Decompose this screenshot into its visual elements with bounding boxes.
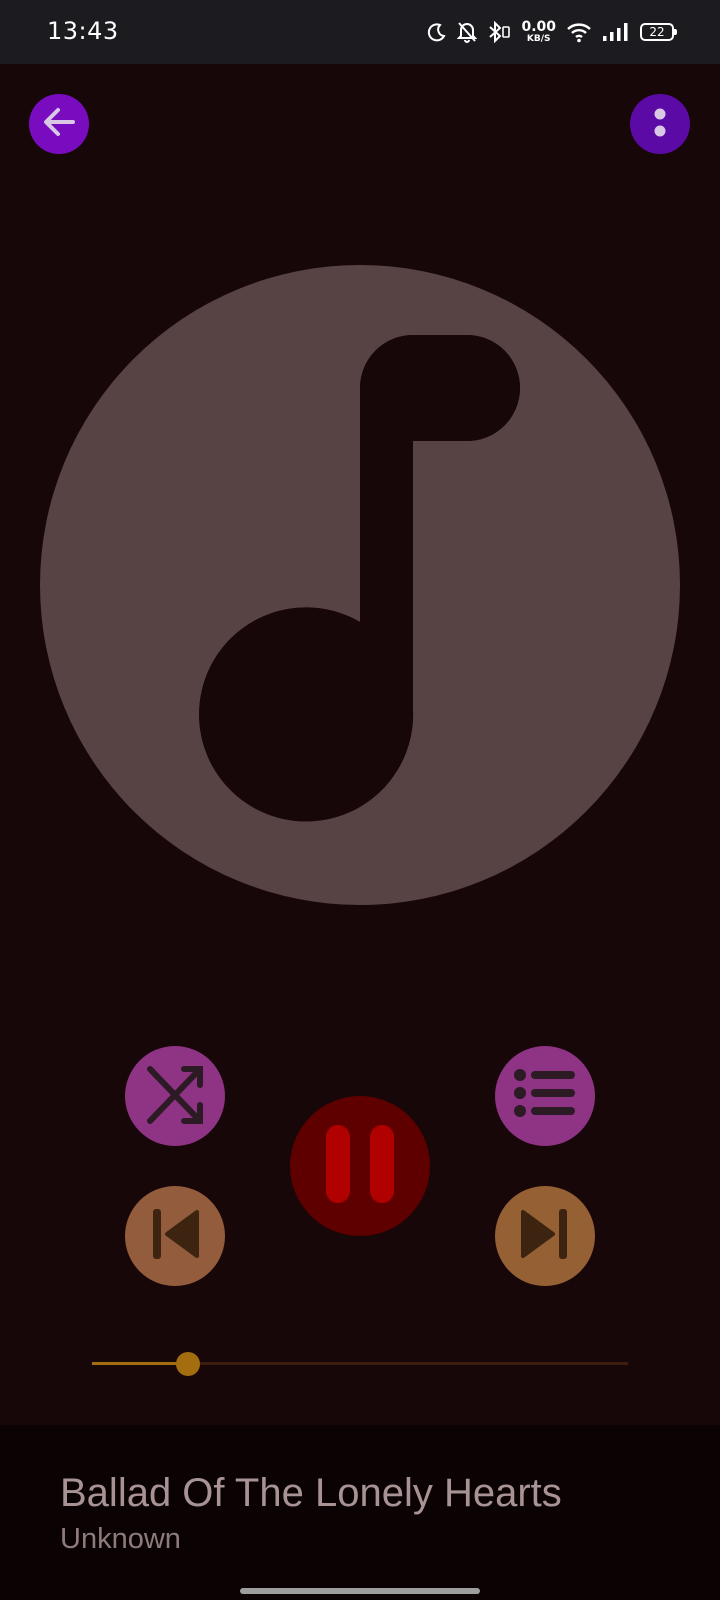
skip-next-icon <box>515 1204 575 1269</box>
home-indicator[interactable] <box>240 1588 480 1594</box>
queue-list-icon <box>510 1059 580 1134</box>
arrow-left-icon <box>39 102 79 147</box>
seek-thumb[interactable] <box>176 1352 201 1376</box>
album-art <box>40 265 680 905</box>
network-speed-unit: KB/S <box>526 34 551 44</box>
track-title: Ballad Of The Lonely Hearts <box>60 1471 562 1515</box>
next-button[interactable] <box>495 1186 595 1286</box>
back-button[interactable] <box>29 94 89 154</box>
status-icons: 0.00 KB/S 22 <box>427 14 677 50</box>
bell-off-icon <box>457 21 478 43</box>
bluetooth-icon <box>487 21 511 43</box>
moon-icon <box>427 22 447 42</box>
seek-bar[interactable] <box>92 1352 628 1376</box>
track-artist: Unknown <box>60 1523 181 1555</box>
more-options-button[interactable] <box>630 94 690 154</box>
music-player-screen: 13:43 0.00 KB/S 22 Ballad Of The Lonely … <box>0 0 720 1600</box>
signal-icon <box>602 22 630 42</box>
wifi-icon <box>566 21 592 43</box>
skip-previous-icon <box>145 1204 205 1269</box>
status-bar: 13:43 0.00 KB/S 22 <box>0 0 720 64</box>
status-time: 13:43 <box>47 17 119 45</box>
battery-icon: 22 <box>640 23 677 41</box>
more-vertical-icon <box>650 102 670 147</box>
shuffle-icon <box>140 1059 210 1134</box>
pause-icon <box>320 1119 400 1214</box>
network-speed-value: 0.00 <box>521 19 556 35</box>
seek-progress <box>92 1362 189 1365</box>
previous-button[interactable] <box>125 1186 225 1286</box>
network-speed: 0.00 KB/S <box>521 20 556 44</box>
pause-button[interactable] <box>290 1096 430 1236</box>
shuffle-button[interactable] <box>125 1046 225 1146</box>
now-playing-panel[interactable]: Ballad Of The Lonely Hearts Unknown <box>0 1425 720 1600</box>
queue-button[interactable] <box>495 1046 595 1146</box>
